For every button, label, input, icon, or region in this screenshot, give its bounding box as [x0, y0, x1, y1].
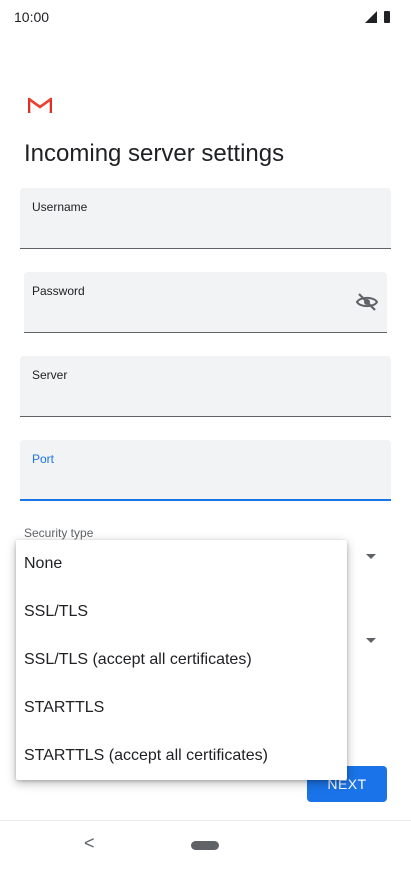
status-time: 10:00: [14, 9, 50, 25]
port-label: Port: [32, 452, 55, 466]
server-label: Server: [32, 368, 68, 382]
username-field[interactable]: Username: [20, 188, 391, 249]
gmail-logo-icon: [28, 97, 52, 113]
security-type-dropdown-arrow-icon[interactable]: [366, 554, 376, 559]
status-icons: [365, 10, 395, 24]
port-field[interactable]: Port: [20, 440, 391, 501]
visibility-off-icon[interactable]: [355, 290, 379, 314]
status-bar: 10:00: [0, 0, 411, 34]
dropdown-option-ssl-tls[interactable]: SSL/TLS: [16, 588, 347, 636]
username-label: Username: [32, 200, 88, 214]
home-pill-icon[interactable]: [191, 841, 219, 850]
back-icon[interactable]: <: [84, 833, 95, 854]
battery-icon: [384, 11, 390, 23]
dropdown-option-none[interactable]: None: [16, 540, 347, 588]
password-label: Password: [32, 284, 85, 298]
navigation-bar: <: [0, 820, 411, 869]
second-dropdown-arrow-icon[interactable]: [366, 638, 376, 643]
page-title: Incoming server settings: [24, 140, 285, 167]
server-field[interactable]: Server: [20, 356, 391, 417]
dropdown-option-starttls-accept-all[interactable]: STARTTLS (accept all certificates): [16, 732, 347, 780]
dropdown-option-ssl-tls-accept-all[interactable]: SSL/TLS (accept all certificates): [16, 636, 347, 684]
security-type-label: Security type: [24, 526, 94, 540]
security-type-dropdown-menu: None SSL/TLS SSL/TLS (accept all certifi…: [16, 540, 347, 780]
dropdown-option-starttls[interactable]: STARTTLS: [16, 684, 347, 732]
password-field[interactable]: Password: [24, 272, 387, 333]
